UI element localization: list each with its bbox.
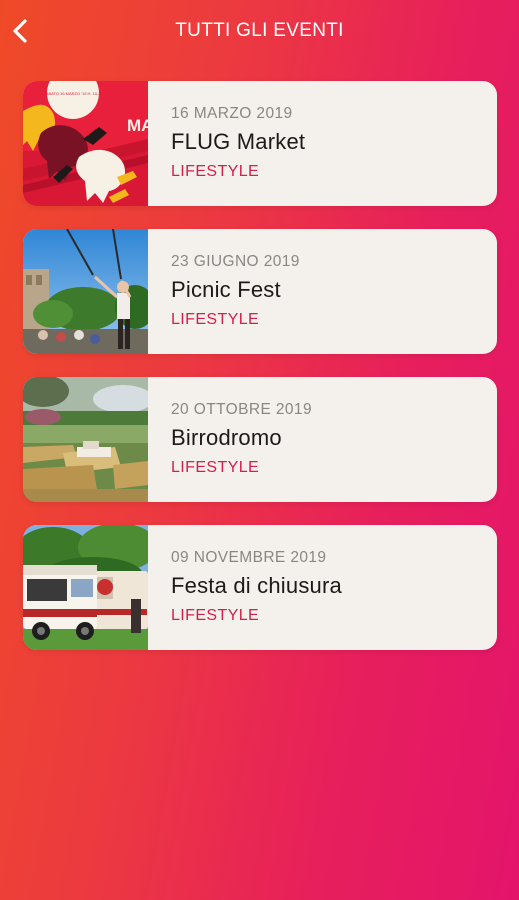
page-title: TUTTI GLI EVENTI: [175, 20, 344, 41]
event-thumbnail: [23, 229, 148, 354]
event-name: Festa di chiusura: [171, 573, 342, 598]
event-name: Birrodromo: [171, 425, 282, 450]
event-card-birrodromo[interactable]: 20 OTTOBRE 2019 Birrodromo LIFESTYLE: [23, 377, 497, 502]
event-category: LIFESTYLE: [171, 607, 260, 624]
event-thumbnail: SABATO 16 MARZO '19 H. 10-22 MA: [23, 81, 148, 206]
event-thumbnail: [23, 377, 148, 502]
event-list: SABATO 16 MARZO '19 H. 10-22 MA 16 MARZO…: [23, 81, 497, 673]
event-date: 20 OTTOBRE 2019: [171, 401, 312, 418]
event-date: 09 NOVEMBRE 2019: [171, 549, 327, 566]
event-category: LIFESTYLE: [171, 163, 260, 180]
event-category: LIFESTYLE: [171, 311, 260, 328]
event-date: 23 GIUGNO 2019: [171, 253, 300, 270]
svg-text:MA: MA: [127, 116, 148, 135]
event-card-picnic-fest[interactable]: 23 GIUGNO 2019 Picnic Fest LIFESTYLE: [23, 229, 497, 354]
event-info: 16 MARZO 2019 FLUG Market LIFESTYLE: [148, 81, 305, 206]
event-category: LIFESTYLE: [171, 459, 260, 476]
event-thumbnail: [23, 525, 148, 650]
event-card-flug-market[interactable]: SABATO 16 MARZO '19 H. 10-22 MA 16 MARZO…: [23, 81, 497, 206]
event-info: 23 GIUGNO 2019 Picnic Fest LIFESTYLE: [148, 229, 300, 354]
event-info: 20 OTTOBRE 2019 Birrodromo LIFESTYLE: [148, 377, 312, 502]
event-date: 16 MARZO 2019: [171, 105, 293, 122]
event-name: FLUG Market: [171, 129, 306, 154]
event-name: Picnic Fest: [171, 277, 281, 302]
svg-text:SABATO 16 MARZO '19 H. 10-22: SABATO 16 MARZO '19 H. 10-22: [43, 91, 104, 96]
app-header: TUTTI GLI EVENTI: [0, 0, 519, 64]
event-info: 09 NOVEMBRE 2019 Festa di chiusura LIFES…: [148, 525, 342, 650]
event-card-festa-di-chiusura[interactable]: 09 NOVEMBRE 2019 Festa di chiusura LIFES…: [23, 525, 497, 650]
